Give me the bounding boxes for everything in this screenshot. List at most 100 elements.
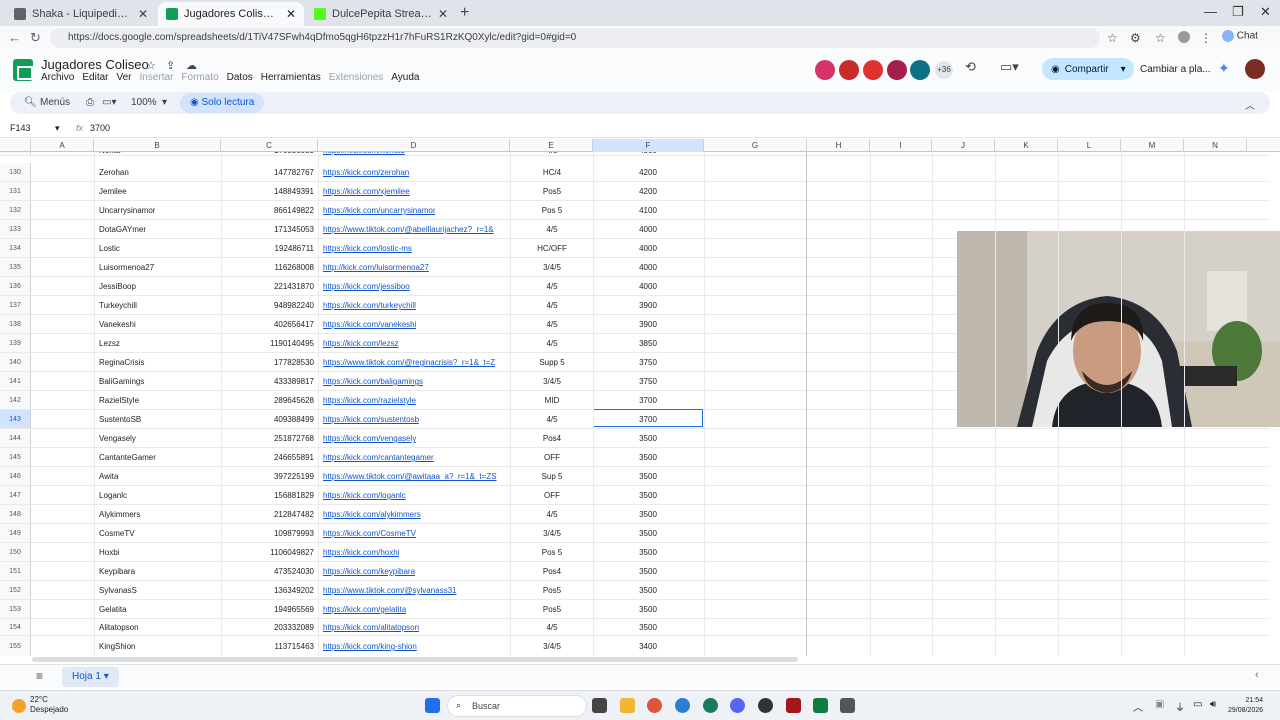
- cell-link[interactable]: https://kick.com/king-shion: [323, 642, 417, 651]
- cell-name[interactable]: Hoxbi: [99, 548, 119, 557]
- cell-f[interactable]: 4300: [594, 152, 702, 155]
- file-explorer-icon[interactable]: [620, 698, 635, 713]
- cell-mmr[interactable]: 3700: [594, 396, 702, 405]
- cell-id[interactable]: 177828530: [222, 358, 314, 367]
- cell-name[interactable]: DotaGAYmer: [99, 225, 146, 234]
- cell-link[interactable]: https://kick.com/turkeychill: [323, 301, 416, 310]
- cell-mmr[interactable]: 3500: [594, 548, 702, 557]
- cell-position[interactable]: Pos 5: [511, 206, 593, 215]
- cell-mmr[interactable]: 3500: [594, 491, 702, 500]
- cell-name[interactable]: KingShion: [99, 642, 135, 651]
- bookmark-star-icon[interactable]: ☆: [1107, 31, 1118, 45]
- excel-icon[interactable]: [813, 698, 828, 713]
- cell-b[interactable]: Norita: [99, 152, 120, 155]
- cell-link[interactable]: https://kick.com/vanekeshi: [323, 320, 416, 329]
- cell-position[interactable]: 3/4/5: [511, 377, 593, 386]
- cell-link[interactable]: https://www.tiktok.com/@sylvanass31: [323, 586, 457, 595]
- cell-position[interactable]: Pos4: [511, 434, 593, 443]
- cell-position[interactable]: 4/5: [511, 415, 593, 424]
- collapse-left-icon[interactable]: ‹: [1255, 669, 1259, 681]
- cell-link[interactable]: https://kick.com/razielstyle: [323, 396, 416, 405]
- weather-widget[interactable]: 22°C Despejado: [30, 695, 68, 715]
- cell-name[interactable]: CantanteGamer: [99, 453, 156, 462]
- menus-search[interactable]: Menús: [40, 97, 70, 108]
- formula-input[interactable]: 3700: [90, 123, 110, 133]
- user-avatar[interactable]: [1245, 59, 1265, 79]
- cell-link[interactable]: https://kick.com/CosmeTV: [323, 529, 416, 538]
- cell-mmr[interactable]: 4000: [594, 263, 702, 272]
- menu-extensiones[interactable]: Extensiones: [329, 72, 383, 83]
- row-number[interactable]: 142: [0, 391, 31, 409]
- cell-position[interactable]: 4/5: [511, 225, 593, 234]
- cell-id[interactable]: 251872768: [222, 434, 314, 443]
- cell-link[interactable]: https://kick.com/baligamings: [323, 377, 423, 386]
- collaborator-avatar[interactable]: [839, 60, 859, 80]
- cell-id[interactable]: 156881829: [222, 491, 314, 500]
- column-header-e[interactable]: E: [510, 139, 593, 152]
- more-collaborators-badge[interactable]: +36: [935, 61, 953, 79]
- cell-position[interactable]: HC/OFF: [511, 244, 593, 253]
- profile-icon[interactable]: [1178, 31, 1190, 43]
- cell-name[interactable]: Lezsz: [99, 339, 120, 348]
- collaborator-avatar[interactable]: [815, 60, 835, 80]
- row-number[interactable]: 131: [0, 182, 31, 200]
- column-header-a[interactable]: A: [31, 139, 94, 152]
- cell-link[interactable]: https://kick.com/lezsz: [323, 339, 399, 348]
- cell-position[interactable]: Pos5: [511, 605, 593, 614]
- collaborator-avatar[interactable]: [863, 60, 883, 80]
- cell-link[interactable]: https://kick.com/sustentosb: [323, 415, 419, 424]
- row-number[interactable]: 140: [0, 353, 31, 371]
- cell-position[interactable]: OFF: [511, 453, 593, 462]
- cell-name[interactable]: Zerohan: [99, 168, 129, 177]
- extensions-icon[interactable]: ⚙: [1130, 31, 1141, 45]
- cell-mmr[interactable]: 3500: [594, 623, 702, 632]
- move-icon[interactable]: ⇪: [166, 59, 175, 72]
- column-header-i[interactable]: I: [870, 139, 932, 152]
- obs-icon[interactable]: [758, 698, 773, 713]
- url-field[interactable]: https://docs.google.com/spreadsheets/d/1…: [50, 28, 1100, 48]
- cell-id[interactable]: 221431870: [222, 282, 314, 291]
- column-header-h[interactable]: H: [808, 139, 870, 152]
- cell-id[interactable]: 194965569: [222, 605, 314, 614]
- cell-position[interactable]: 4/5: [511, 282, 593, 291]
- all-sheets-icon[interactable]: ≡: [36, 669, 43, 683]
- row-number[interactable]: 138: [0, 315, 31, 333]
- taskbar-search[interactable]: Buscar: [447, 695, 587, 717]
- cell-mmr[interactable]: 3750: [594, 358, 702, 367]
- clock[interactable]: 21:54 29/08/2026: [1228, 696, 1263, 716]
- cell-id[interactable]: 402656417: [222, 320, 314, 329]
- cell-mmr[interactable]: 3500: [594, 605, 702, 614]
- cell-position[interactable]: MID: [511, 396, 593, 405]
- cell-c[interactable]: 176836033: [222, 152, 314, 155]
- cell-name[interactable]: SustentoSB: [99, 415, 141, 424]
- edge-icon[interactable]: [675, 698, 690, 713]
- cell-position[interactable]: 3/4/5: [511, 529, 593, 538]
- cell-position[interactable]: OFF: [511, 491, 593, 500]
- cell-mmr[interactable]: 3850: [594, 339, 702, 348]
- minimize-icon[interactable]: —: [1204, 4, 1217, 19]
- cell-position[interactable]: Pos5: [511, 187, 593, 196]
- cell-id[interactable]: 212847482: [222, 510, 314, 519]
- cell-name[interactable]: Jemilee: [99, 187, 127, 196]
- cell-link[interactable]: https://www.tiktok.com/@reginacrisis?_r=…: [323, 358, 495, 367]
- cell-id[interactable]: 109879993: [222, 529, 314, 538]
- volume-icon[interactable]: 🔊︎: [1210, 699, 1216, 710]
- row-number[interactable]: 136: [0, 277, 31, 295]
- cell-position[interactable]: Pos5: [511, 586, 593, 595]
- star-icon[interactable]: ☆: [146, 59, 156, 72]
- cell-name[interactable]: BaliGamings: [99, 377, 144, 386]
- row-number[interactable]: 133: [0, 220, 31, 238]
- chrome-icon[interactable]: [647, 698, 662, 713]
- row-number[interactable]: 134: [0, 239, 31, 257]
- chevron-down-icon[interactable]: ▾: [162, 97, 167, 108]
- column-header-k[interactable]: K: [995, 139, 1058, 152]
- cell-mmr[interactable]: 3500: [594, 510, 702, 519]
- cell-position[interactable]: HC/4: [511, 168, 593, 177]
- cell-name[interactable]: Vanekeshi: [99, 320, 136, 329]
- close-tab-icon[interactable]: ✕: [138, 7, 148, 21]
- cell-position[interactable]: 4/5: [511, 301, 593, 310]
- gemini-icon[interactable]: ✦: [1218, 60, 1230, 77]
- cell-link[interactable]: https://kick.com/keypibara: [323, 567, 415, 576]
- cell-mmr[interactable]: 3400: [594, 642, 702, 651]
- cell-position[interactable]: 3/4/5: [511, 263, 593, 272]
